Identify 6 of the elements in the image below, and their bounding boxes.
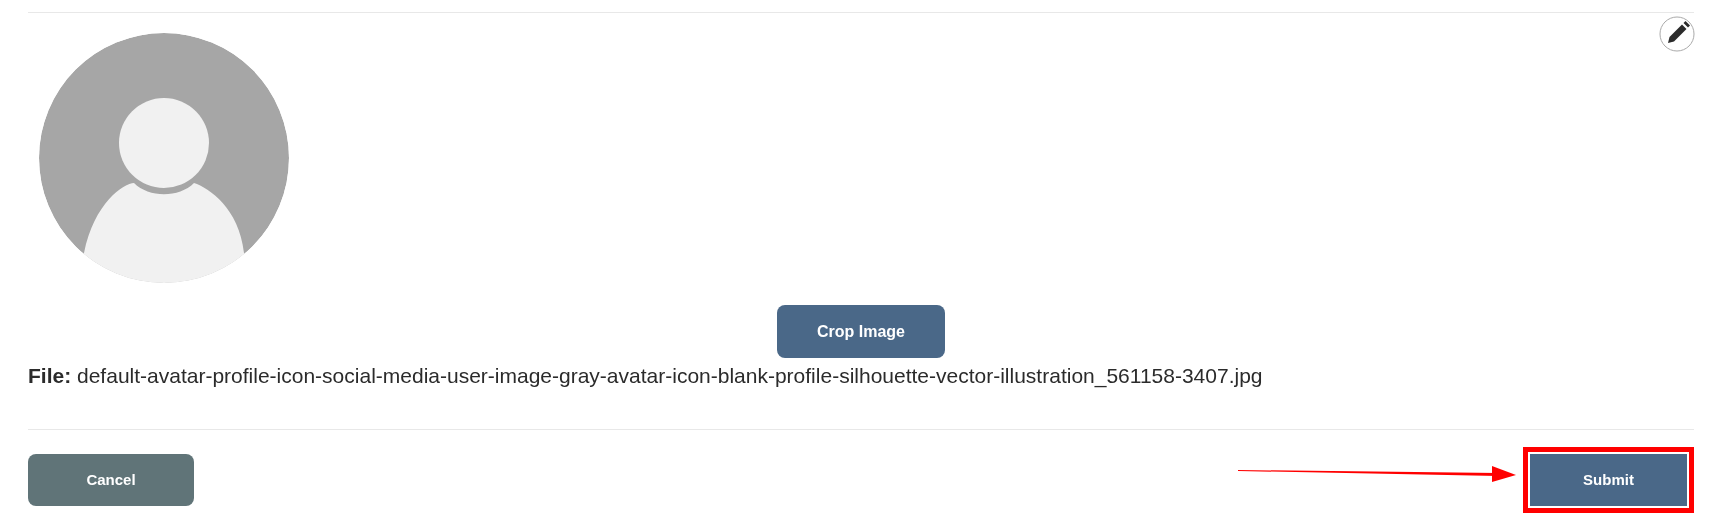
- file-name-text: File: default-avatar-profile-icon-social-media-user-image-gray-avatar-icon-blank-profile-silhouette-vector-illustration_561158-3407.jpg: [28, 363, 1263, 390]
- crop-image-button[interactable]: Crop Image: [777, 305, 945, 358]
- cancel-button[interactable]: Cancel: [28, 454, 194, 506]
- edit-icon[interactable]: [1659, 16, 1695, 52]
- avatar-icon: [39, 33, 289, 283]
- submit-button[interactable]: Submit: [1530, 454, 1687, 506]
